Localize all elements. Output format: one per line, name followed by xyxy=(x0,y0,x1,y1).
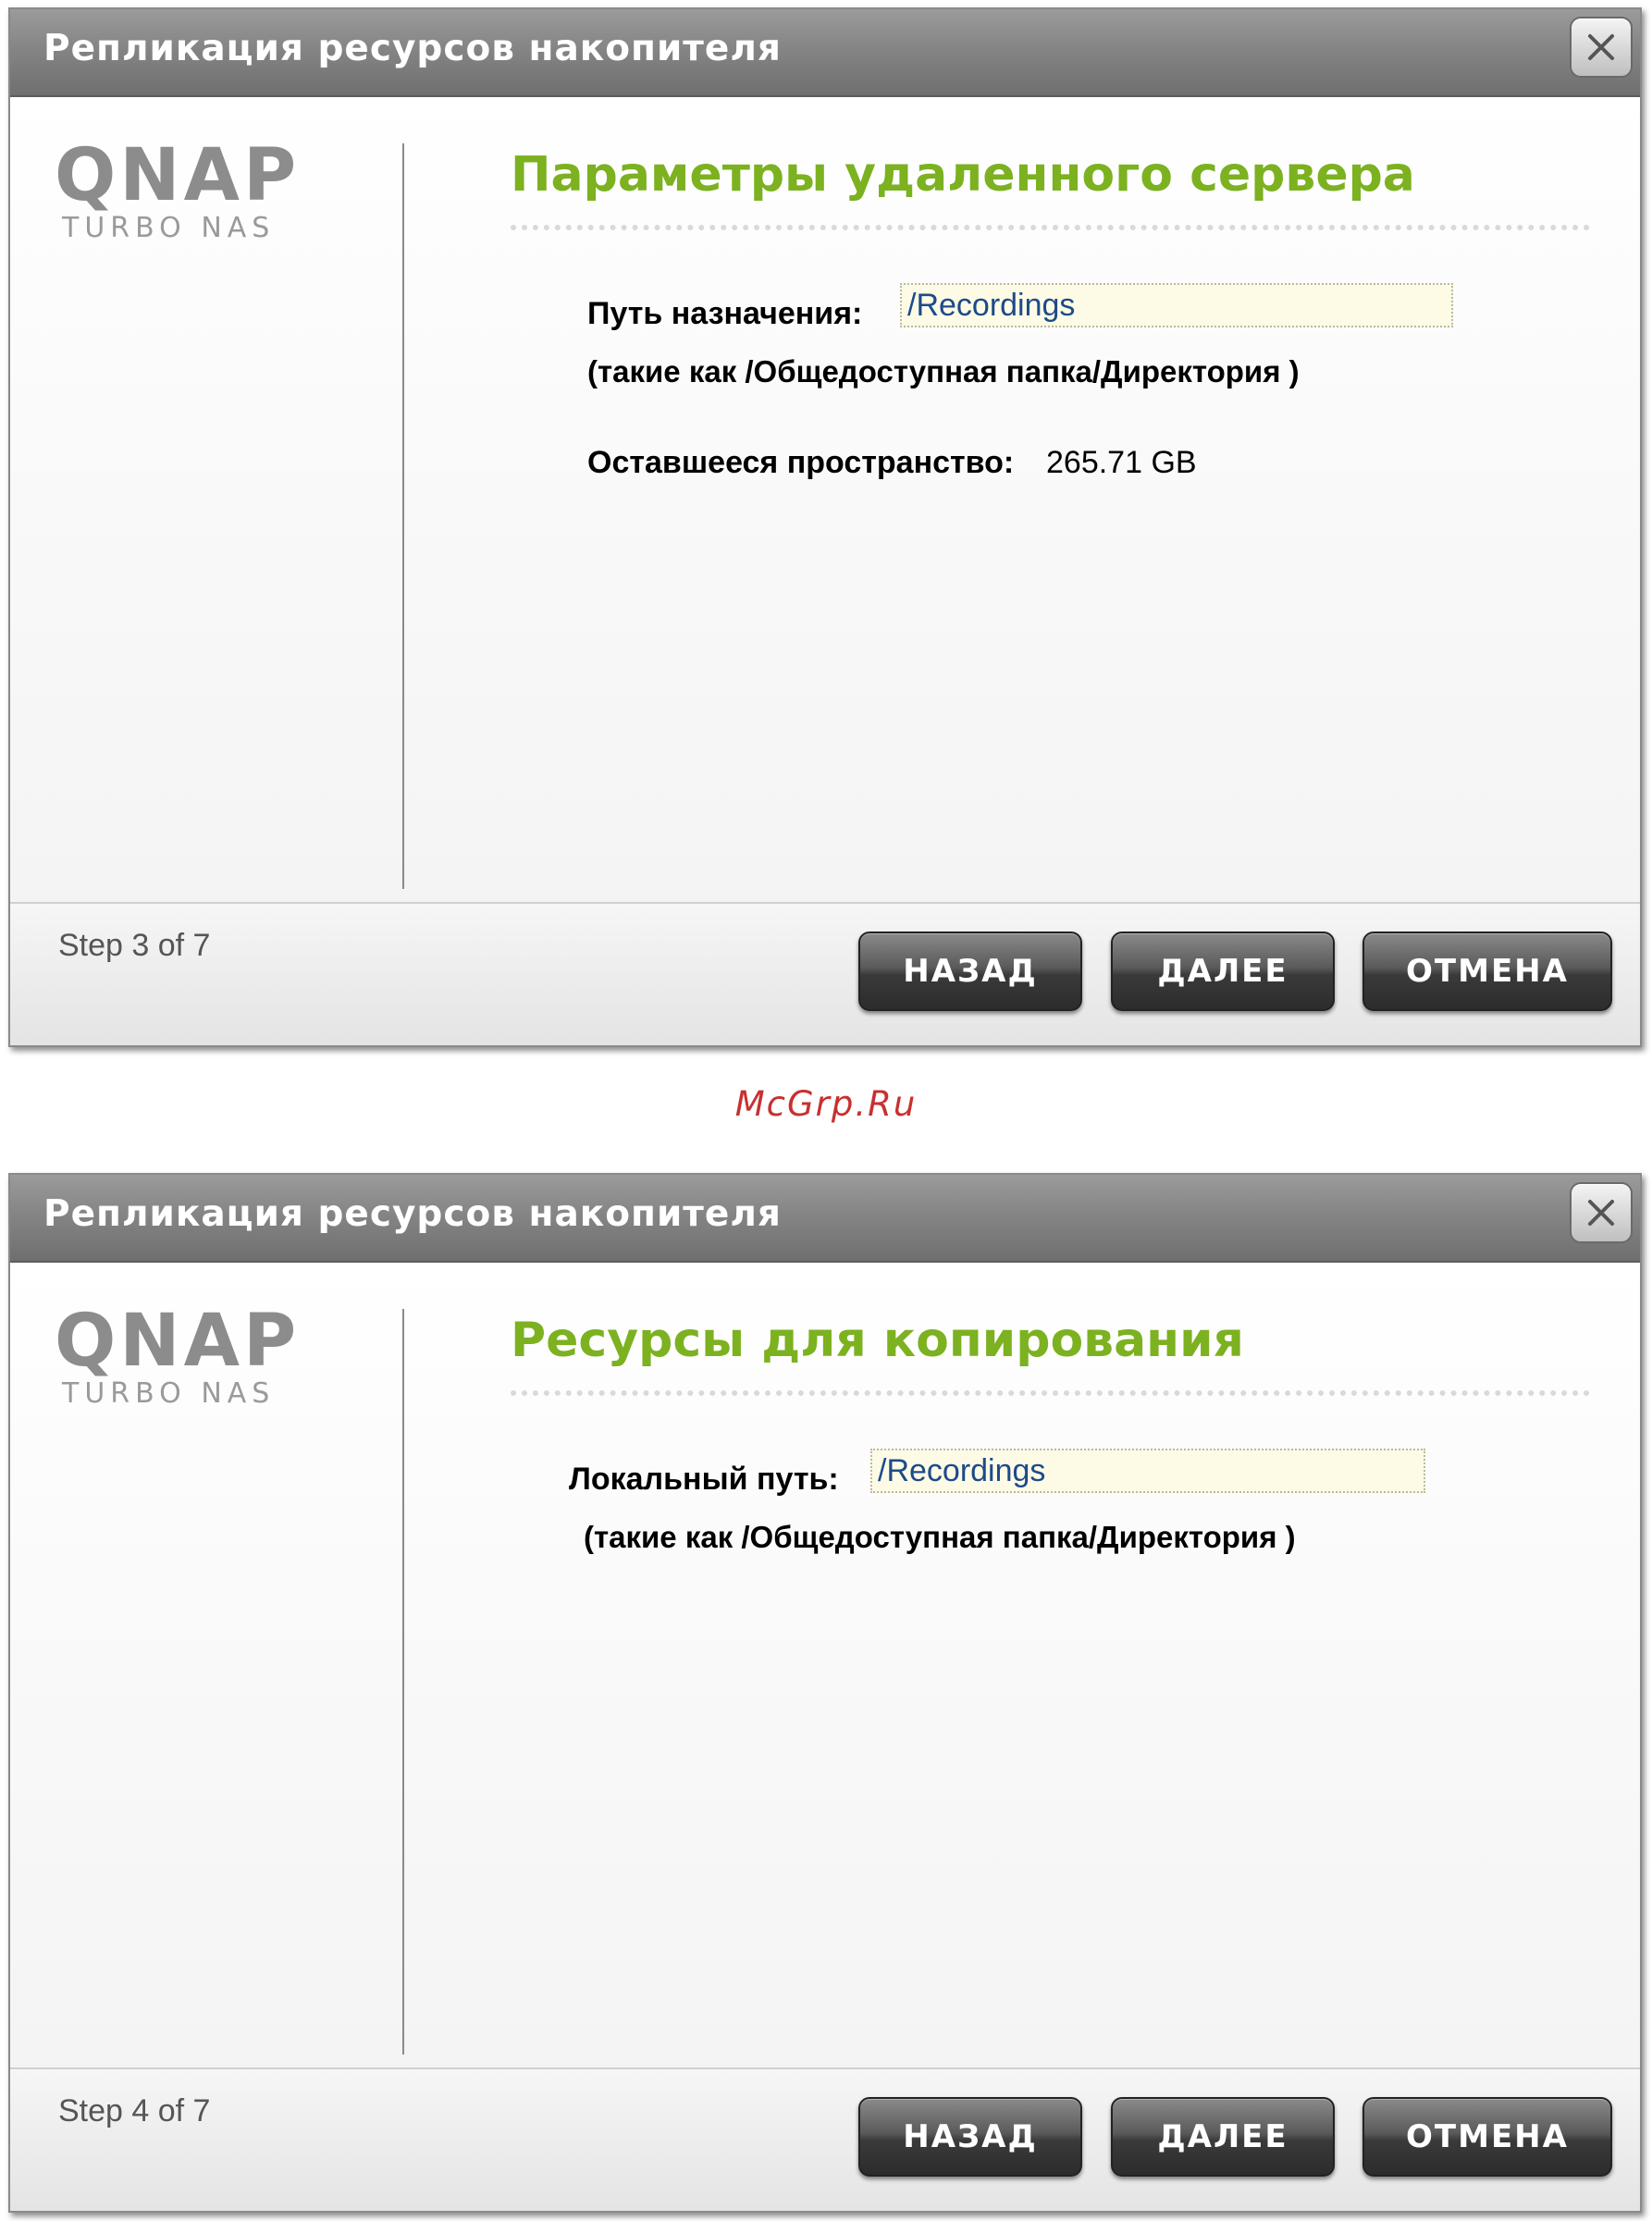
section-title: Ресурсы для копирования xyxy=(511,1313,1244,1368)
dialog-title: Репликация ресурсов накопителя xyxy=(43,28,782,69)
dialog-footer: Step 4 of 7 НАЗАД ДАЛЕЕ ОТМЕНА xyxy=(10,2067,1640,2211)
title-separator xyxy=(511,225,1590,230)
wizard-dialog-step-3: Репликация ресурсов накопителя QNAP TURB… xyxy=(8,7,1642,1047)
watermark-text: McGrp.Ru xyxy=(734,1084,918,1124)
cancel-button[interactable]: ОТМЕНА xyxy=(1362,932,1612,1011)
destination-path-input[interactable] xyxy=(900,283,1453,327)
cancel-button[interactable]: ОТМЕНА xyxy=(1362,2097,1612,2177)
wizard-dialog-step-4: Репликация ресурсов накопителя QNAP TURB… xyxy=(8,1173,1642,2213)
close-button[interactable] xyxy=(1570,17,1633,78)
back-button[interactable]: НАЗАД xyxy=(858,932,1082,1011)
dialog-title: Репликация ресурсов накопителя xyxy=(43,1193,782,1235)
remaining-space-value: 265.71 GB xyxy=(1046,445,1197,480)
logo-word: QNAP xyxy=(55,1300,301,1383)
vertical-divider xyxy=(402,143,404,889)
qnap-logo: QNAP TURBO NAS xyxy=(55,134,332,244)
title-separator xyxy=(511,1390,1590,1396)
next-button[interactable]: ДАЛЕЕ xyxy=(1111,932,1335,1011)
local-path-input[interactable] xyxy=(870,1449,1425,1493)
step-indicator: Step 4 of 7 xyxy=(58,2093,211,2128)
dialog-titlebar: Репликация ресурсов накопителя xyxy=(10,9,1640,97)
dialog-content: QNAP TURBO NAS Ресурсы для копирования Л… xyxy=(10,1263,1640,2073)
vertical-divider xyxy=(402,1309,404,2054)
dialog-footer: Step 3 of 7 НАЗАД ДАЛЕЕ ОТМЕНА xyxy=(10,902,1640,1045)
path-format-hint: (такие как /Общедоступная папка/Директор… xyxy=(587,354,1300,389)
close-x-icon xyxy=(1588,34,1614,60)
remaining-space-label: Оставшееся пространство: xyxy=(587,445,1015,480)
qnap-logo: QNAP TURBO NAS xyxy=(55,1300,332,1410)
close-x-icon xyxy=(1588,1200,1614,1226)
section-title: Параметры удаленного сервера xyxy=(511,147,1415,203)
step-indicator: Step 3 of 7 xyxy=(58,928,211,963)
destination-path-label: Путь назначения: xyxy=(587,296,863,331)
path-format-hint: (такие как /Общедоступная папка/Директор… xyxy=(584,1520,1296,1554)
logo-word: QNAP xyxy=(55,134,301,217)
back-button[interactable]: НАЗАД xyxy=(858,2097,1082,2177)
next-button[interactable]: ДАЛЕЕ xyxy=(1111,2097,1335,2177)
local-path-label: Локальный путь: xyxy=(569,1462,839,1497)
close-button[interactable] xyxy=(1570,1182,1633,1243)
dialog-content: QNAP TURBO NAS Параметры удаленного серв… xyxy=(10,97,1640,907)
dialog-titlebar: Репликация ресурсов накопителя xyxy=(10,1175,1640,1263)
